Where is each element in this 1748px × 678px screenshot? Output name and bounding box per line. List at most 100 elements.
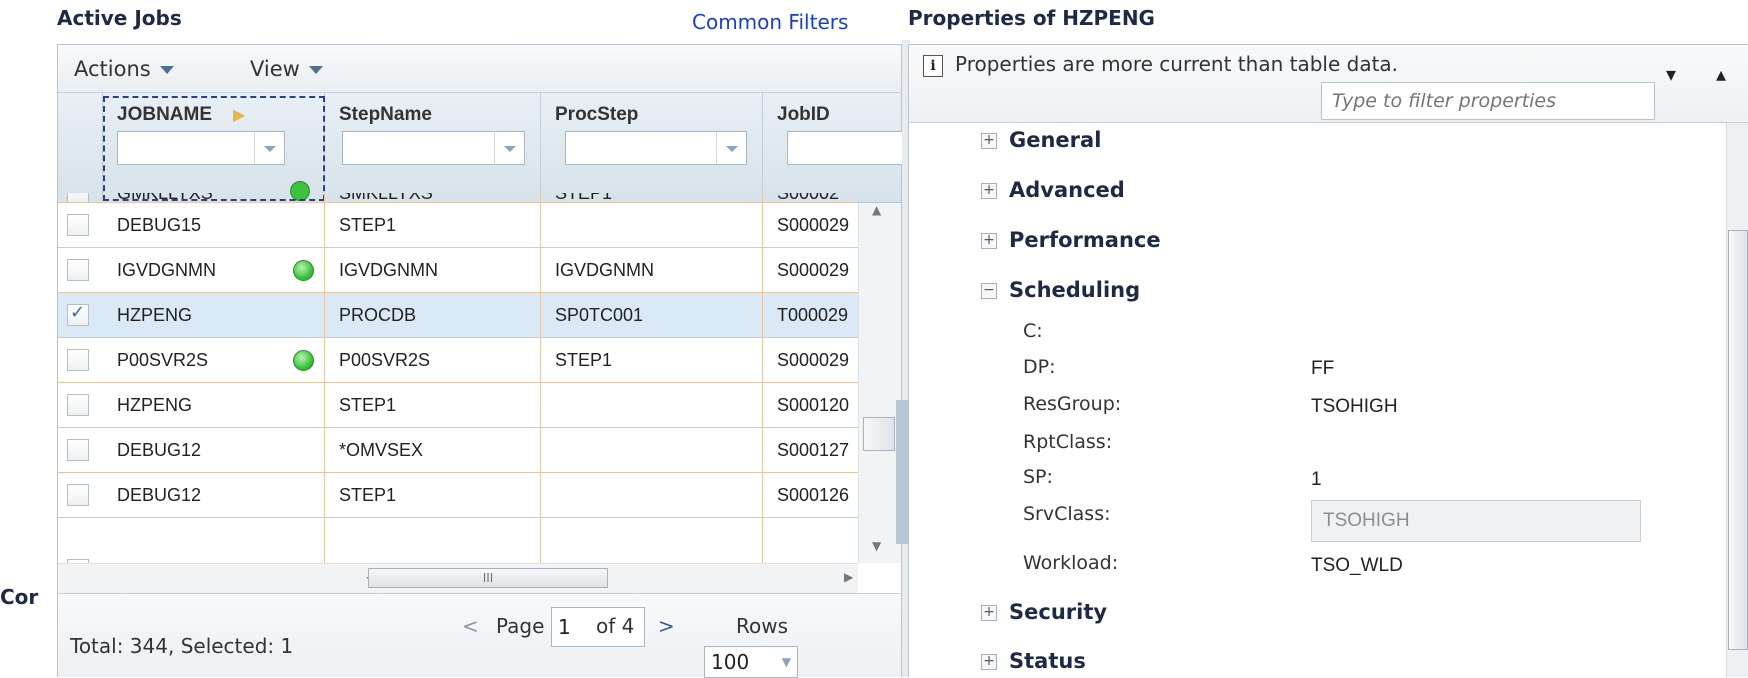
select-all-column [58, 93, 103, 203]
table-row[interactable]: HZPENG STEP1 S000120 [58, 383, 858, 428]
prop-dp-value: FF [1311, 358, 1335, 379]
actions-label: Actions [74, 57, 151, 81]
row-checkbox[interactable] [67, 484, 89, 506]
vertical-scroll-thumb[interactable] [863, 417, 895, 451]
prop-sp-label: SP: [1023, 466, 1053, 488]
procstep-filter-input[interactable] [565, 131, 747, 165]
prop-resgroup-label: ResGroup: [1023, 393, 1122, 415]
jobname-cell[interactable]: DEBUG12 [103, 428, 325, 473]
horizontal-scroll-thumb[interactable]: III [368, 568, 608, 588]
expand-general-icon[interactable]: + [981, 133, 997, 149]
jobname-cell-empty [103, 518, 325, 563]
table-row-selected[interactable]: HZPENG PROCDB SP0TC001 T000029 [58, 293, 858, 338]
prop-rptclass-label: RptClass: [1023, 431, 1113, 453]
section-security[interactable]: Security [1009, 600, 1107, 624]
jobname-cell[interactable]: GMKLLYXS [103, 193, 325, 202]
jobid-cell: S000029 [777, 350, 850, 370]
table-row-partial[interactable]: GMKLLYXS SMKLLYXS STEP1 S00002 [58, 193, 858, 203]
properties-scroll-thumb[interactable] [1728, 230, 1748, 650]
table-row[interactable]: P00SVR2S P00SVR2S STEP1 S000029 [58, 338, 858, 383]
column-header-jobid[interactable]: JobID [763, 93, 907, 203]
stepname-cell: IGVDGNMN [325, 248, 541, 293]
column-header-stepname[interactable]: StepName [325, 93, 541, 203]
jobname-cell[interactable]: IGVDGNMN [103, 248, 325, 293]
info-icon: i [923, 55, 943, 77]
prop-dp-label: DP: [1023, 356, 1056, 378]
jobid-cell: T000029 [777, 305, 849, 325]
jobname-cell[interactable]: HZPENG [103, 383, 325, 428]
stepname-cell: SMKLLYXS [325, 193, 541, 202]
prop-sp-value: 1 [1311, 469, 1322, 490]
jobid-cell: S000126 [777, 485, 850, 505]
view-label: View [250, 57, 300, 81]
prop-workload-value: TSO_WLD [1311, 555, 1403, 576]
collapse-scheduling-icon[interactable]: − [981, 283, 997, 299]
table-row-partial[interactable] [58, 518, 858, 581]
row-checkbox[interactable] [67, 259, 89, 281]
stepname-cell: *OMVSEX [325, 428, 541, 473]
row-checkbox-checked[interactable] [67, 302, 89, 326]
expand-advanced-icon[interactable]: + [981, 183, 997, 199]
section-general[interactable]: General [1009, 128, 1101, 152]
expand-performance-icon[interactable]: + [981, 233, 997, 249]
jobid-cell: S000120 [777, 395, 850, 415]
page-count-text: of 4 [596, 614, 635, 638]
prop-resgroup-value: TSOHIGH [1311, 396, 1398, 417]
chevron-down-icon[interactable] [494, 132, 524, 164]
chevron-down-icon[interactable] [716, 132, 746, 164]
expand-all-icon[interactable]: ▾ [1666, 62, 1676, 86]
table-row[interactable]: DEBUG15 STEP1 S000029 [58, 203, 858, 248]
section-advanced[interactable]: Advanced [1009, 178, 1125, 202]
stepname-filter-input[interactable] [342, 131, 525, 165]
expand-security-icon[interactable]: + [981, 605, 997, 621]
next-page-button[interactable]: > [658, 614, 675, 638]
common-filters-link[interactable]: Common Filters [692, 10, 848, 34]
chevron-down-icon[interactable]: ▼ [782, 647, 791, 677]
procstep-cell [541, 203, 763, 248]
scroll-right-icon[interactable]: ▶ [844, 570, 853, 584]
collapse-all-icon[interactable]: ▴ [1716, 62, 1726, 86]
table-row[interactable]: DEBUG12 STEP1 S000126 [58, 473, 858, 518]
section-status[interactable]: Status [1009, 649, 1086, 673]
jobid-cell: S000029 [777, 260, 850, 280]
stepname-cell-empty [325, 518, 541, 563]
jobname-cell[interactable]: P00SVR2S [103, 338, 325, 383]
section-scheduling[interactable]: Scheduling [1009, 278, 1140, 302]
table-vertical-scrollbar[interactable]: ▲ ▼ [858, 203, 901, 563]
stepname-cell: STEP1 [325, 473, 541, 518]
expand-status-icon[interactable]: + [981, 654, 997, 670]
table-toolbar: Actions View [58, 45, 901, 93]
table-row[interactable]: IGVDGNMN IGVDGNMN IGVDGNMN S000029 [58, 248, 858, 293]
active-jobs-title: Active Jobs [57, 6, 182, 30]
filter-properties-input[interactable] [1321, 82, 1655, 120]
jobid-filter-input[interactable] [787, 131, 907, 165]
scroll-up-icon[interactable]: ▲ [872, 203, 881, 217]
prev-page-button[interactable]: < [462, 614, 479, 638]
focused-column-outline [103, 96, 325, 201]
view-menu-button[interactable]: View [250, 57, 323, 81]
actions-menu-button[interactable]: Actions [74, 57, 174, 81]
section-performance[interactable]: Performance [1009, 228, 1161, 252]
status-active-icon [293, 260, 314, 281]
procstep-cell [541, 383, 763, 428]
prop-srvclass-label: SrvClass: [1023, 503, 1111, 525]
row-checkbox[interactable] [67, 349, 89, 371]
table-row[interactable]: DEBUG12 *OMVSEX S000127 [58, 428, 858, 473]
stepname-cell: P00SVR2S [325, 338, 541, 383]
row-checkbox[interactable] [67, 394, 89, 416]
row-checkbox[interactable] [67, 193, 89, 202]
jobname-cell[interactable]: DEBUG12 [103, 473, 325, 518]
column-header-procstep[interactable]: ProcStep [541, 93, 763, 203]
jobid-cell: S000029 [777, 215, 850, 235]
prop-srvclass-field: TSOHIGH [1311, 500, 1641, 542]
rows-per-page-select[interactable]: 100 ▼ [704, 646, 798, 678]
scroll-down-icon[interactable]: ▼ [872, 539, 881, 553]
jobname-cell[interactable]: DEBUG15 [103, 203, 325, 248]
rows-label: Rows [736, 614, 789, 638]
jobname-cell[interactable]: HZPENG [103, 293, 325, 338]
rows-per-page-value: 100 [711, 650, 750, 674]
row-checkbox[interactable] [67, 214, 89, 236]
procstep-cell: STEP1 [541, 193, 763, 202]
row-checkbox[interactable] [67, 439, 89, 461]
procstep-cell: SP0TC001 [541, 293, 763, 338]
